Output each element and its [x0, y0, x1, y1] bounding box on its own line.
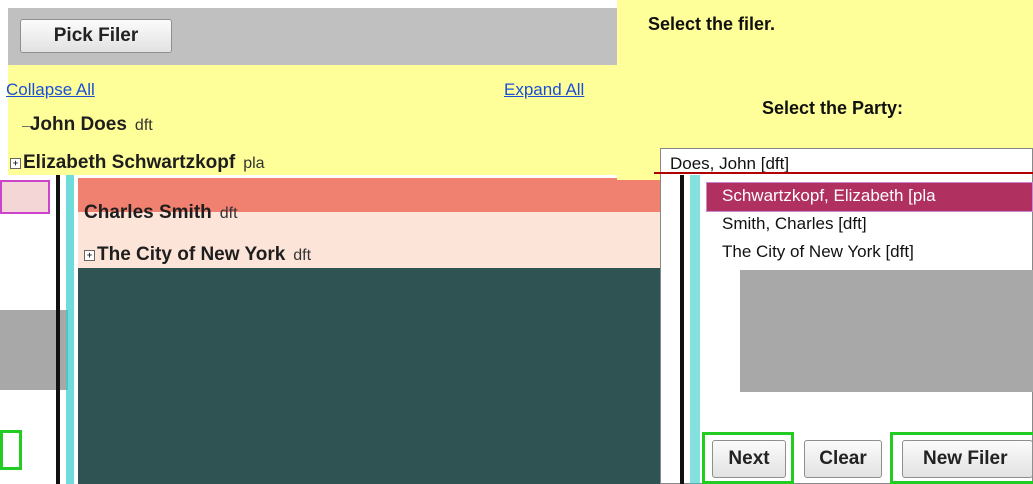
tree-item-role: pla: [243, 155, 265, 172]
glitch-right-gray: [740, 270, 1033, 392]
clear-button[interactable]: Clear: [804, 440, 882, 478]
party-option[interactable]: The City of New York [dft]: [722, 242, 914, 262]
tree-item-name: Charles Smith: [84, 202, 212, 223]
tree-item-charles-smith[interactable]: Charles Smith dft: [84, 202, 238, 224]
tree-item-elizabeth-schwartzkopf[interactable]: + Elizabeth Schwartzkopf pla: [10, 152, 265, 174]
glitch-pink-strip: [0, 180, 50, 214]
party-option[interactable]: Does, John [dft]: [670, 154, 789, 174]
pick-filer-button[interactable]: Pick Filer: [20, 19, 172, 53]
tree-item-city-of-new-york[interactable]: + The City of New York dft: [84, 244, 311, 266]
new-filer-button[interactable]: New Filer: [902, 440, 1033, 478]
glitch-red-line: [654, 172, 1033, 174]
glitch-teal-block: [78, 268, 678, 484]
expand-plus-icon[interactable]: +: [10, 158, 21, 170]
expand-plus-icon[interactable]: +: [84, 250, 95, 262]
expand-all-link[interactable]: Expand All: [504, 80, 584, 100]
glitch-right-vlines: [680, 175, 684, 484]
party-option[interactable]: Schwartzkopf, Elizabeth [pla: [722, 186, 936, 206]
instruction-text: Select the filer.: [648, 14, 776, 34]
next-button[interactable]: Next: [712, 440, 786, 478]
tree-connector: –: [22, 117, 30, 133]
glitch-left-green-box: [0, 430, 22, 470]
tree-item-name: Elizabeth Schwartzkopf: [23, 152, 236, 173]
tree-item-role: dft: [134, 117, 153, 134]
tree-item-name: John Does: [29, 114, 127, 135]
glitch-right-vline-teal: [690, 175, 700, 484]
tree-item-name: The City of New York: [97, 244, 286, 265]
party-option[interactable]: Smith, Charles [dft]: [722, 214, 867, 234]
party-label: Select the Party:: [762, 98, 904, 118]
glitch-vline-1: [56, 175, 60, 484]
collapse-all-link[interactable]: Collapse All: [6, 80, 95, 100]
tree-item-john-does[interactable]: –John Does dft: [22, 114, 153, 136]
tree-item-role: dft: [293, 247, 312, 264]
glitch-vline-2: [66, 175, 74, 484]
tree-item-role: dft: [219, 205, 238, 222]
